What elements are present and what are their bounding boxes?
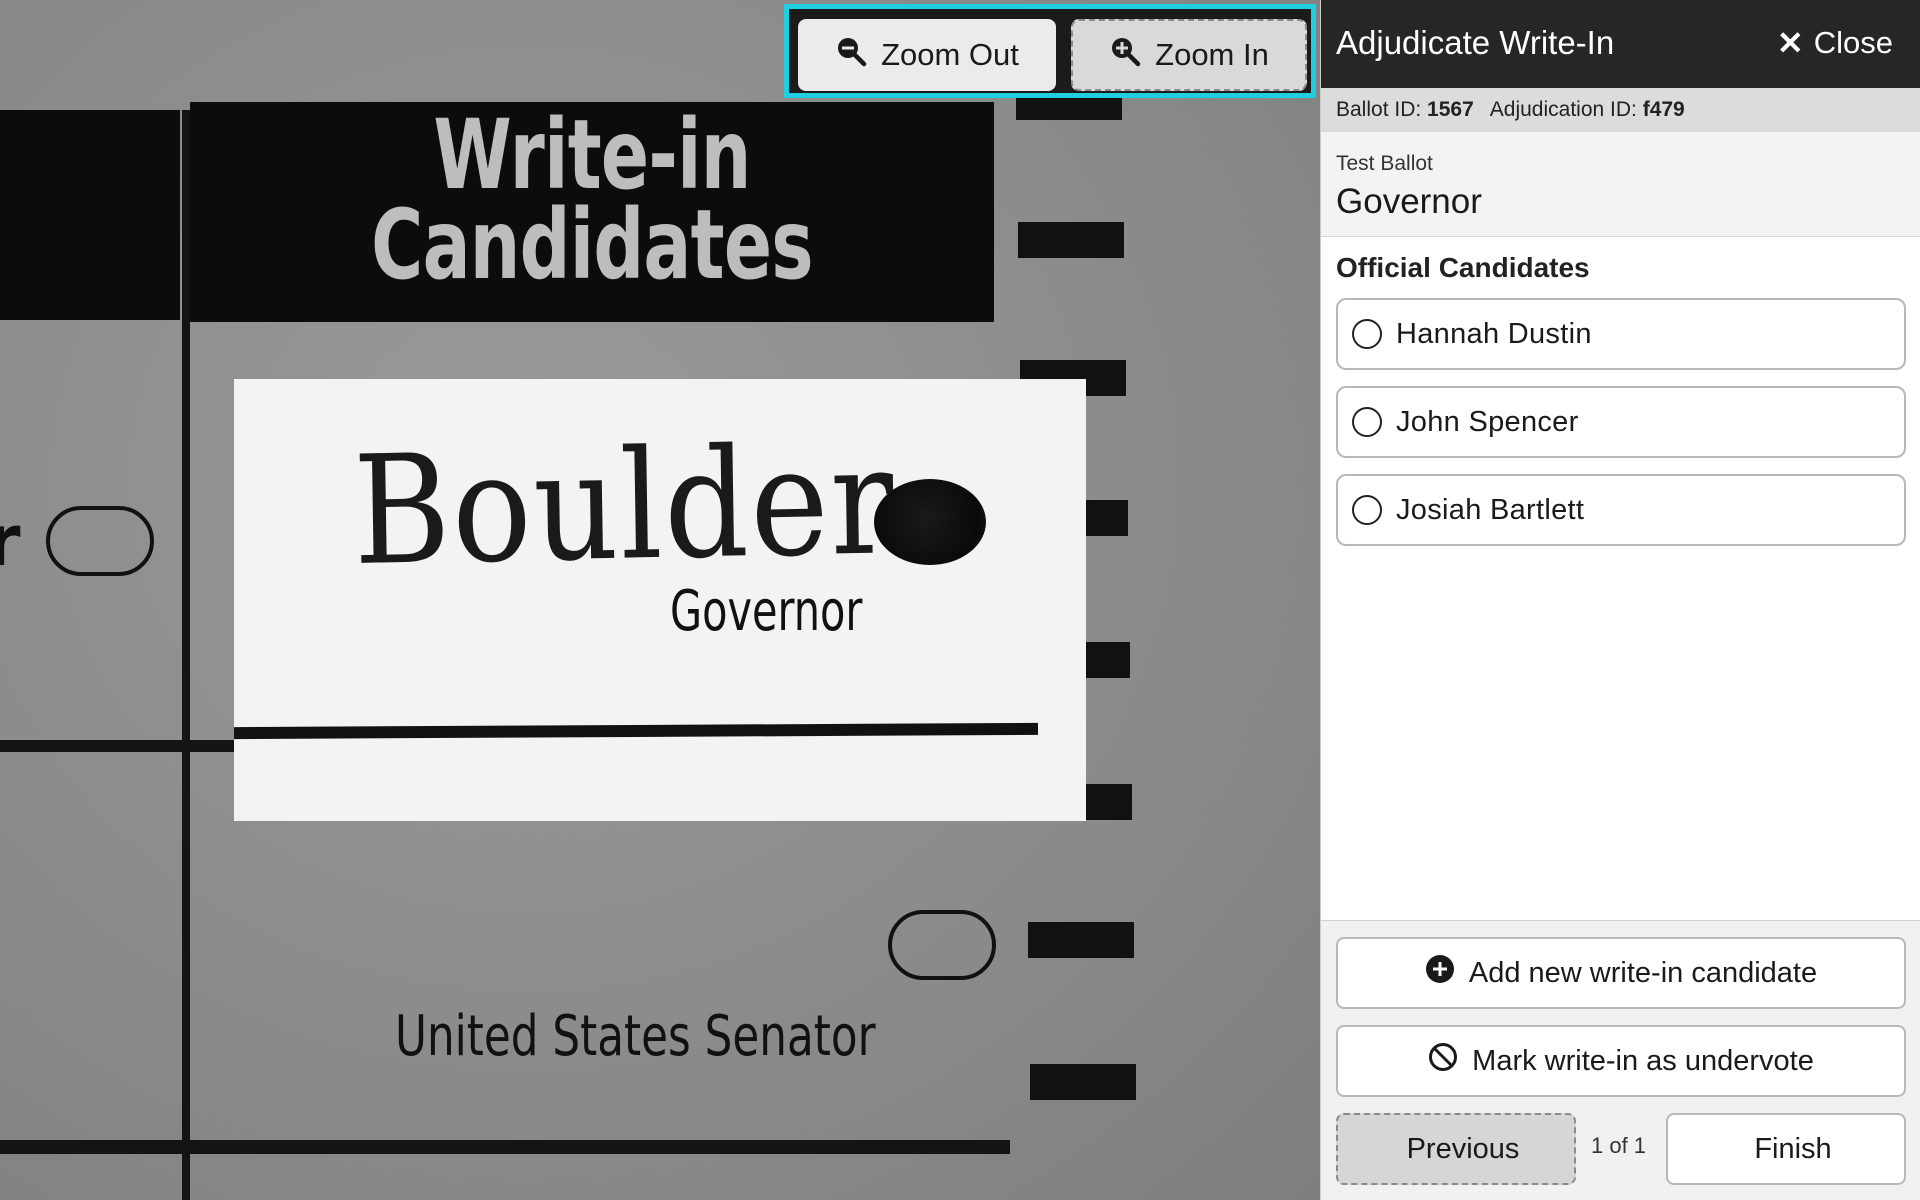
zoom-in-icon xyxy=(1109,35,1141,75)
pager-count: 1 of 1 xyxy=(1591,1133,1647,1158)
writein-handwriting: Boulder xyxy=(352,414,897,599)
close-button[interactable]: ✕ Close xyxy=(1777,24,1893,62)
radio-icon xyxy=(1352,319,1382,349)
writein-header-line1: Write-in xyxy=(433,99,751,211)
zoom-in-button[interactable]: Zoom In xyxy=(1071,19,1307,91)
next-contest-label: United States Senator xyxy=(395,1004,876,1069)
ballot-column-header-left xyxy=(0,110,180,320)
add-writein-candidate-button[interactable]: Add new write-in candidate xyxy=(1336,937,1906,1009)
plus-circle-icon xyxy=(1425,954,1455,992)
writein-area-crop: Boulder Governor xyxy=(234,379,1086,821)
ballot-id: Ballot ID: 1567 xyxy=(1336,98,1474,121)
zoom-out-icon xyxy=(835,35,867,75)
timing-mark xyxy=(1028,922,1134,958)
previous-button[interactable]: Previous xyxy=(1336,1113,1576,1187)
ballot-column-divider xyxy=(182,110,190,1200)
radio-icon xyxy=(1352,495,1382,525)
zoom-out-button[interactable]: Zoom Out xyxy=(798,19,1056,91)
close-label: Close xyxy=(1813,25,1893,60)
ballot-bubble-empty xyxy=(46,506,154,576)
contest-title: Governor xyxy=(1336,182,1482,221)
ballot-bubble-empty xyxy=(888,910,996,980)
writein-office-label: Governor xyxy=(670,579,863,644)
zoom-toolbar: Zoom Out Zoom In xyxy=(784,4,1316,98)
mark-undervote-label: Mark write-in as undervote xyxy=(1472,1044,1814,1077)
timing-mark xyxy=(1018,222,1124,258)
ballot-meta-bar: Ballot ID: 1567 Adjudication ID: f479 xyxy=(1321,88,1920,132)
add-writein-label: Add new write-in candidate xyxy=(1468,956,1818,989)
timing-mark xyxy=(1016,98,1122,120)
timing-mark xyxy=(1030,1064,1136,1100)
ban-icon xyxy=(1428,1042,1458,1080)
candidate-name: Josiah Bartlett xyxy=(1396,493,1585,526)
ballot-bubble-filled xyxy=(874,479,986,565)
official-candidates-heading: Official Candidates xyxy=(1336,252,1590,283)
candidate-option-hannah-dustin[interactable]: Hannah Dustin xyxy=(1336,298,1906,370)
close-icon: ✕ xyxy=(1776,25,1804,61)
zoom-in-label: Zoom In xyxy=(1155,37,1269,72)
panel-header: Adjudicate Write-In ✕ Close xyxy=(1321,0,1920,88)
panel-footer-actions: Add new write-in candidate Mark write-in… xyxy=(1321,920,1920,1200)
ballot-row-divider xyxy=(0,740,234,752)
adjudication-panel: Adjudicate Write-In ✕ Close Ballot ID: 1… xyxy=(1320,0,1920,1200)
ballot-partial-text: r xyxy=(0,500,21,582)
candidate-name: Hannah Dustin xyxy=(1396,317,1592,350)
mark-undervote-button[interactable]: Mark write-in as undervote xyxy=(1336,1025,1906,1097)
candidate-name: John Spencer xyxy=(1396,405,1579,438)
panel-title: Adjudicate Write-In xyxy=(1336,24,1615,61)
finish-label: Finish xyxy=(1754,1132,1832,1165)
candidate-option-john-spencer[interactable]: John Spencer xyxy=(1336,386,1906,458)
ballot-image-viewer: Write-in Candidates r United States Sena… xyxy=(0,0,1320,1200)
writein-underline xyxy=(234,722,1039,740)
previous-label: Previous xyxy=(1406,1132,1520,1165)
adjudication-id: Adjudication ID: f479 xyxy=(1489,98,1685,121)
writein-header-line2: Candidates xyxy=(371,189,813,301)
radio-icon xyxy=(1352,407,1382,437)
zoom-out-label: Zoom Out xyxy=(881,37,1019,72)
contest-info: Test Ballot Governor xyxy=(1321,132,1920,237)
finish-button[interactable]: Finish xyxy=(1666,1113,1906,1187)
ballot-style-label: Test Ballot xyxy=(1336,152,1433,175)
ballot-row-divider-bottom xyxy=(0,1140,1010,1154)
candidate-option-josiah-bartlett[interactable]: Josiah Bartlett xyxy=(1336,474,1906,546)
